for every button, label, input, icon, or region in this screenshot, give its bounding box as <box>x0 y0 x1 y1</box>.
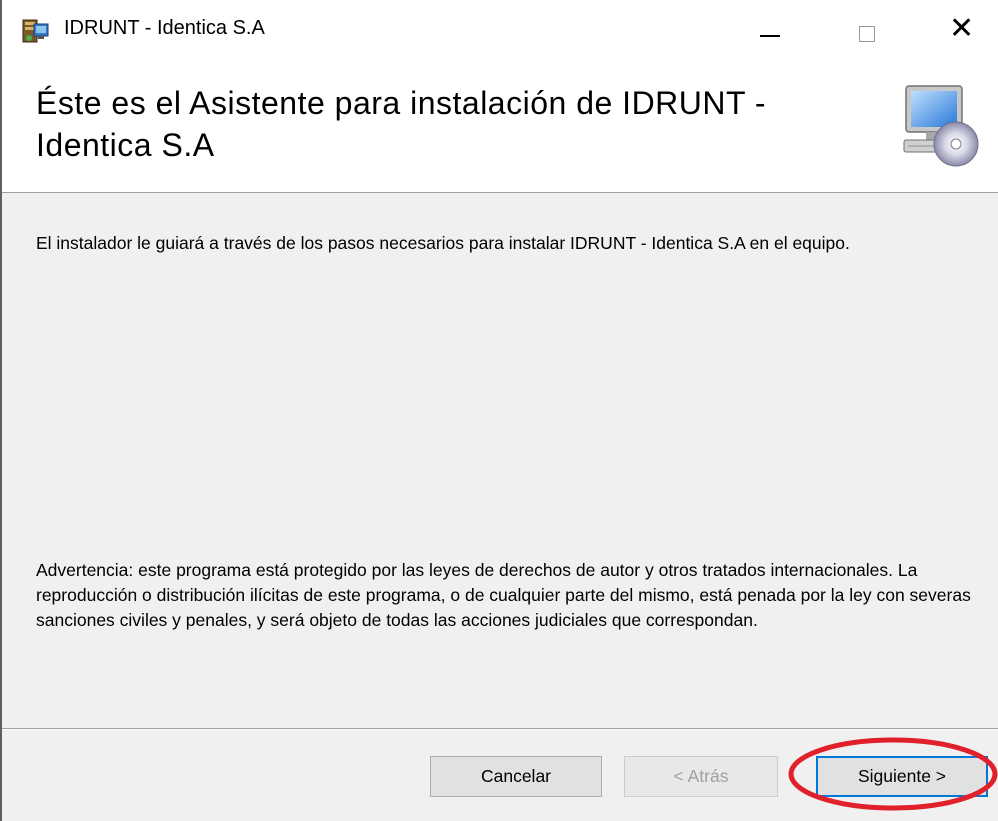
maximize-button[interactable] <box>838 8 898 52</box>
title-bar[interactable]: IDRUNT - Identica S.A ✕ <box>2 0 998 62</box>
minimize-button[interactable] <box>740 8 800 52</box>
maximize-icon <box>859 26 875 42</box>
intro-text: El instalador le guiará a través de los … <box>36 233 850 253</box>
back-button[interactable]: < Atrás <box>624 756 778 797</box>
wizard-heading: Éste es el Asistente para instalación de… <box>36 85 767 163</box>
wizard-body: El instalador le guiará a través de los … <box>2 193 998 728</box>
installer-app-icon <box>22 19 49 43</box>
copyright-warning: Advertencia: este programa está protegid… <box>36 560 971 630</box>
window-title: IDRUNT - Identica S.A <box>64 17 265 39</box>
next-button[interactable]: Siguiente > <box>816 756 988 797</box>
computer-cd-icon <box>903 85 979 167</box>
cancel-button[interactable]: Cancelar <box>430 756 602 797</box>
wizard-footer: Cancelar < Atrás Siguiente > <box>2 730 998 821</box>
close-icon: ✕ <box>949 12 975 45</box>
close-button[interactable]: ✕ <box>930 8 990 52</box>
minimize-icon <box>760 35 780 37</box>
wizard-header: Éste es el Asistente para instalación de… <box>2 62 998 193</box>
